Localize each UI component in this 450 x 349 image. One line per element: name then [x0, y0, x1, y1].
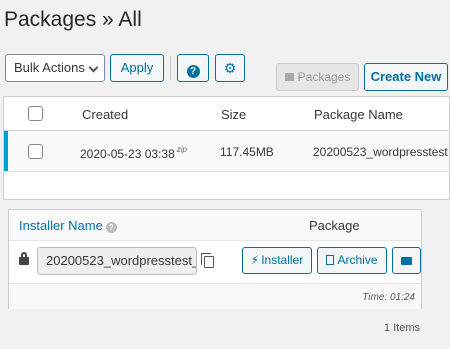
help-button[interactable]: ? — [177, 54, 209, 82]
details-footer: Time: 01:24 — [9, 283, 421, 309]
installer-name-label-text: Installer Name — [19, 218, 103, 233]
chevron-down-icon — [88, 62, 99, 73]
row-created-date: 2020-05-23 03:38 — [80, 147, 175, 161]
download-installer-button[interactable]: ⚡ Installer — [242, 247, 312, 274]
packages-table: Created Size Package Name 2020-05-23 03:… — [3, 96, 450, 200]
column-header-size[interactable]: Size — [221, 107, 246, 122]
package-details-panel: Installer Name? Package 20200523_wordpre… — [8, 209, 422, 309]
help-icon[interactable]: ? — [105, 222, 117, 233]
row-type-tag: zip — [176, 145, 187, 154]
copy-icon[interactable] — [201, 253, 214, 268]
row-size: 117.45MB — [220, 145, 274, 159]
page-title: Packages » All — [4, 8, 142, 31]
archive-box-icon — [401, 257, 412, 265]
package-label: Package — [309, 218, 360, 233]
archive-button-label: Archive — [337, 253, 378, 267]
archive-icon — [284, 73, 294, 81]
table-header: Created Size Package Name — [4, 97, 449, 131]
row-package-name[interactable]: 20200523_wordpresstest — [313, 145, 448, 159]
table-row[interactable]: 2020-05-23 03:38 zip 117.45MB 20200523_wo… — [4, 131, 449, 172]
row-created: 2020-05-23 03:38 zip — [80, 145, 187, 161]
bulk-actions-select[interactable]: Bulk Actions — [5, 54, 105, 82]
lock-icon[interactable] — [19, 252, 29, 265]
row-highlight-bar — [4, 131, 8, 171]
installer-button-label: Installer — [261, 253, 304, 267]
details-header: Installer Name? Package — [9, 210, 421, 241]
file-icon — [326, 255, 335, 265]
tab-packages[interactable]: Packages — [276, 63, 359, 91]
column-header-package-name[interactable]: Package Name — [314, 107, 403, 122]
settings-button[interactable]: ⚙ — [215, 54, 245, 82]
select-all-checkbox[interactable] — [28, 106, 43, 121]
bulk-actions-label: Bulk Actions — [14, 60, 85, 75]
create-new-button[interactable]: Create New — [364, 63, 448, 91]
installer-name-field[interactable]: 20200523_wordpresstest_ — [37, 247, 197, 275]
items-count: 1 Items — [383, 322, 420, 334]
tab-packages-label: Packages — [297, 70, 351, 84]
build-time: Time: 01:24 — [362, 292, 415, 303]
apply-button[interactable]: Apply — [110, 54, 164, 82]
gear-icon: ⚙ — [223, 60, 237, 76]
installer-name-label[interactable]: Installer Name? — [19, 218, 117, 233]
column-header-created[interactable]: Created — [82, 107, 128, 122]
row-checkbox[interactable] — [28, 144, 43, 159]
archive-options-button[interactable] — [392, 247, 421, 274]
toolbar-divider — [170, 56, 171, 80]
download-archive-button[interactable]: Archive — [317, 247, 387, 274]
question-circle-icon: ? — [186, 65, 200, 78]
bolt-icon: ⚡ — [250, 253, 260, 267]
